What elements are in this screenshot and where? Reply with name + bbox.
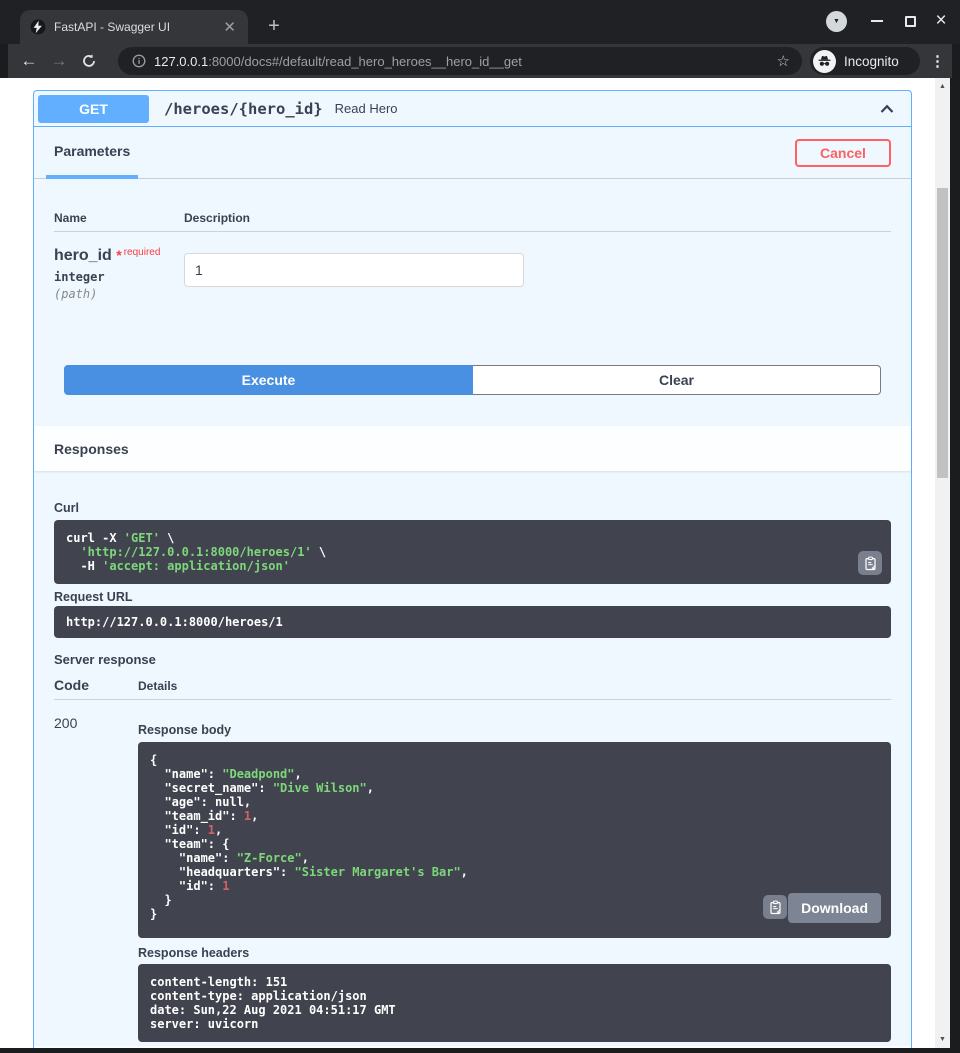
response-headers-label: Response headers xyxy=(138,946,891,960)
parameter-row: hero_id *required integer (path) xyxy=(54,232,891,301)
clipboard-icon xyxy=(768,900,783,915)
scroll-up-icon[interactable]: ▲ xyxy=(935,83,950,90)
browser-toolbar: ← → 127.0.0.1:8000/docs#/default/read_he… xyxy=(8,44,952,78)
minimize-icon xyxy=(871,20,883,22)
reload-icon xyxy=(81,53,97,69)
response-headers-block: content-length: 151content-type: applica… xyxy=(138,964,891,1042)
hero-id-input[interactable] xyxy=(184,253,524,287)
clear-button[interactable]: Clear xyxy=(473,365,881,395)
window-minimize-button[interactable] xyxy=(866,10,888,32)
operation-summary[interactable]: GET /heroes/{hero_id} Read Hero xyxy=(34,91,911,127)
browser-menu-icon[interactable]: ⋮ xyxy=(930,52,945,70)
required-star: * xyxy=(116,247,121,263)
curl-command-text: curl -X 'GET' \ 'http://127.0.0.1:8000/h… xyxy=(66,531,879,573)
swagger-page: GET /heroes/{hero_id} Read Hero Paramete… xyxy=(8,78,935,1048)
required-label: required xyxy=(124,247,161,258)
parameters-tab-row: Parameters Cancel xyxy=(34,127,911,179)
forward-button[interactable]: → xyxy=(46,47,72,75)
status-code: 200 xyxy=(54,715,138,1042)
copy-response-button[interactable] xyxy=(763,895,787,919)
scrollbar-thumb[interactable] xyxy=(937,188,948,478)
method-badge: GET xyxy=(38,95,149,123)
operation-description: Read Hero xyxy=(335,101,398,116)
window-menu-circle-icon[interactable]: ▼ xyxy=(826,11,847,32)
response-table-header: Code Details xyxy=(54,677,891,700)
incognito-icon xyxy=(813,50,836,73)
response-headers-text: content-length: 151content-type: applica… xyxy=(150,975,879,1031)
incognito-badge: Incognito xyxy=(810,47,920,75)
maximize-icon xyxy=(905,16,916,27)
browser-tab[interactable]: FastAPI - Swagger UI ✕ xyxy=(20,10,248,44)
page-left-margin xyxy=(0,78,8,1048)
parameter-name: hero_id xyxy=(54,247,112,264)
parameters-columns-header: Name Description xyxy=(54,211,891,232)
responses-title: Responses xyxy=(54,441,129,457)
response-body-block: { "name": "Deadpond", "secret_name": "Di… xyxy=(138,742,891,938)
responses-body: Curl curl -X 'GET' \ 'http://127.0.0.1:8… xyxy=(34,471,911,1046)
new-tab-button[interactable]: + xyxy=(262,14,286,38)
page-scrollbar[interactable]: ▲ ▼ xyxy=(935,78,950,1048)
parameter-name-cell: hero_id *required integer (path) xyxy=(54,247,184,301)
address-bar[interactable]: 127.0.0.1:8000/docs#/default/read_hero_h… xyxy=(118,47,802,75)
url-path: :8000/docs#/default/read_hero_heroes__he… xyxy=(208,54,522,69)
column-name: Name xyxy=(54,211,184,225)
url-host: 127.0.0.1 xyxy=(154,54,208,69)
parameter-location: (path) xyxy=(54,287,184,301)
parameter-value-cell xyxy=(184,247,891,301)
url-text[interactable]: 127.0.0.1:8000/docs#/default/read_hero_h… xyxy=(154,54,522,69)
collapse-button[interactable] xyxy=(877,99,897,119)
response-body-label: Response body xyxy=(138,723,891,737)
column-details: Details xyxy=(138,679,177,693)
curl-label: Curl xyxy=(54,501,891,515)
column-description: Description xyxy=(184,211,250,225)
bookmark-star-icon[interactable]: ☆ xyxy=(777,52,790,70)
window-maximize-button[interactable] xyxy=(899,10,921,32)
tab-title: FastAPI - Swagger UI xyxy=(54,20,221,34)
request-url-text: http://127.0.0.1:8000/heroes/1 xyxy=(66,615,879,629)
incognito-label: Incognito xyxy=(844,54,899,69)
response-row: 200 Response body { "name": "Deadpond", … xyxy=(54,700,891,1042)
tab-close-icon[interactable]: ✕ xyxy=(221,20,238,35)
scroll-down-icon[interactable]: ▼ xyxy=(935,1036,950,1043)
responses-section-header: Responses xyxy=(34,426,911,471)
clipboard-icon xyxy=(863,556,878,571)
chevron-up-icon xyxy=(877,99,897,119)
server-response-label: Server response xyxy=(54,652,891,667)
browser-tab-bar: FastAPI - Swagger UI ✕ + ▼ × xyxy=(0,0,960,44)
execute-row: Execute Clear xyxy=(64,365,881,395)
documented-responses-header: Responses xyxy=(34,1046,911,1048)
execute-button[interactable]: Execute xyxy=(64,365,473,395)
download-button[interactable]: Download xyxy=(788,893,881,923)
cancel-button[interactable]: Cancel xyxy=(795,139,891,167)
tab-parameters[interactable]: Parameters xyxy=(46,127,138,179)
back-button[interactable]: ← xyxy=(16,47,42,75)
request-url-label: Request URL xyxy=(54,590,891,604)
site-info-icon[interactable] xyxy=(132,54,146,68)
response-details: Response body { "name": "Deadpond", "sec… xyxy=(138,715,891,1042)
request-url-block: http://127.0.0.1:8000/heroes/1 xyxy=(54,606,891,638)
column-code: Code xyxy=(54,677,138,693)
window-close-button[interactable]: × xyxy=(930,10,952,32)
operation-path: /heroes/{hero_id} xyxy=(164,100,323,118)
operation-block-get: GET /heroes/{hero_id} Read Hero Paramete… xyxy=(33,90,912,1048)
curl-command-block: curl -X 'GET' \ 'http://127.0.0.1:8000/h… xyxy=(54,520,891,584)
fastapi-favicon-icon xyxy=(30,19,46,35)
reload-button[interactable] xyxy=(76,47,102,75)
parameters-area: Name Description hero_id *required integ… xyxy=(34,179,911,426)
copy-curl-button[interactable] xyxy=(858,551,882,575)
parameter-type: integer xyxy=(54,270,184,284)
